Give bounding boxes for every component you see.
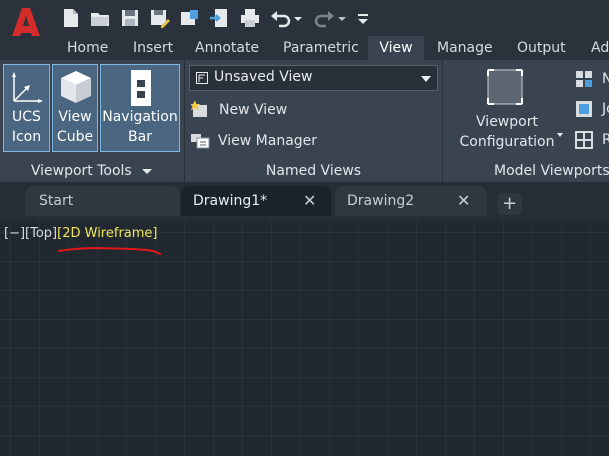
view-cube-label: View Cube (56, 109, 94, 145)
named-viewports-icon (576, 71, 592, 87)
undo-dropdown-icon[interactable] (292, 7, 304, 29)
view-manager-icon (191, 134, 210, 149)
named-view-current: Unsaved View (214, 69, 313, 85)
chevron-down-icon (142, 168, 153, 174)
navigation-bar-icon (131, 70, 151, 106)
drawing1-tab[interactable]: Drawing1* ✕ (181, 186, 331, 216)
new-view-label: New View (219, 102, 288, 118)
viewport-controls-menu[interactable]: [−] (4, 226, 25, 241)
save-icon[interactable] (119, 7, 141, 29)
viewport-configuration-button[interactable]: Viewport Configuration (455, 64, 563, 156)
viewport-configuration-label: Viewport Configuration (459, 114, 555, 150)
named-viewports-label: N (602, 71, 609, 87)
ucs-axis-icon (12, 72, 43, 103)
view-controls-menu[interactable]: [Top] (25, 226, 57, 241)
join-viewports-label: Jo (602, 101, 609, 117)
tab-parametric[interactable]: Parametric (283, 36, 359, 60)
save-as-icon[interactable] (149, 7, 171, 29)
drawing2-tab[interactable]: Drawing2 ✕ (335, 186, 487, 216)
ribbon-tab-bar: Home Insert Annotate Parametric View Man… (0, 36, 609, 60)
panel-divider (442, 60, 443, 182)
tab-insert[interactable]: Insert (133, 36, 173, 60)
close-icon[interactable]: ✕ (457, 186, 470, 216)
chevron-down-icon (421, 76, 431, 82)
export-icon[interactable] (209, 7, 231, 29)
view-manager-label: View Manager (218, 133, 318, 149)
start-tab-label: Start (39, 193, 74, 209)
redo-dropdown-icon[interactable] (336, 7, 348, 29)
new-file-icon[interactable] (60, 7, 82, 29)
drawing2-tab-label: Drawing2 (347, 193, 415, 209)
navigation-bar-label: Navigation Bar (102, 109, 178, 145)
tab-home[interactable]: Home (67, 36, 108, 60)
drawing1-tab-label: Drawing1* (193, 193, 268, 209)
red-underline-annotation (58, 247, 161, 255)
navigation-bar-button[interactable]: Navigation Bar (100, 64, 180, 152)
join-viewports-icon (576, 101, 592, 117)
close-icon[interactable]: ✕ (303, 186, 316, 216)
tab-view[interactable]: View (368, 36, 424, 60)
named-views-panel-title: Named Views (265, 163, 362, 179)
new-tab-button[interactable]: + (497, 193, 522, 215)
restore-viewports-label: R (602, 132, 609, 148)
open-folder-icon[interactable] (89, 7, 111, 29)
plus-icon: + (501, 193, 518, 214)
viewport-controls-label: [−][Top][2D Wireframe] (4, 226, 157, 241)
web-mobile-icon[interactable] (178, 7, 200, 29)
model-viewports-panel-title: Model Viewports (494, 163, 609, 179)
viewport-configuration-icon (487, 69, 523, 105)
ucs-icon-button[interactable]: UCS Icon (3, 64, 50, 152)
view-list-icon (196, 72, 208, 84)
ucs-icon-label: UCS Icon (11, 109, 42, 145)
chevron-down-icon (557, 133, 563, 137)
view-cube-icon (61, 71, 91, 103)
undo-icon[interactable] (270, 7, 292, 29)
named-view-dropdown[interactable]: Unsaved View (189, 65, 438, 91)
new-view-icon (191, 101, 207, 117)
redo-icon[interactable] (313, 7, 335, 29)
tab-output[interactable]: Output (517, 36, 566, 60)
restore-viewports-icon (575, 131, 593, 149)
plot-print-icon[interactable] (239, 7, 261, 29)
tab-add-ins-truncated[interactable]: Ad (591, 36, 609, 60)
tab-manage[interactable]: Manage (437, 36, 493, 60)
tab-annotate[interactable]: Annotate (195, 36, 259, 60)
start-tab[interactable]: Start (25, 186, 180, 216)
ribbon-panel-area: UCS Icon View Cube Navigation Bar Viewport … (0, 60, 609, 182)
document-tab-bar: Start Drawing1* ✕ Drawing2 ✕ + (0, 182, 609, 220)
viewport-tools-panel-title[interactable]: Viewport Tools (0, 160, 183, 182)
visual-style-controls-menu[interactable]: [2D Wireframe] (57, 226, 157, 241)
customize-toolbar-icon[interactable] (355, 7, 371, 29)
view-cube-button[interactable]: View Cube (52, 64, 98, 152)
